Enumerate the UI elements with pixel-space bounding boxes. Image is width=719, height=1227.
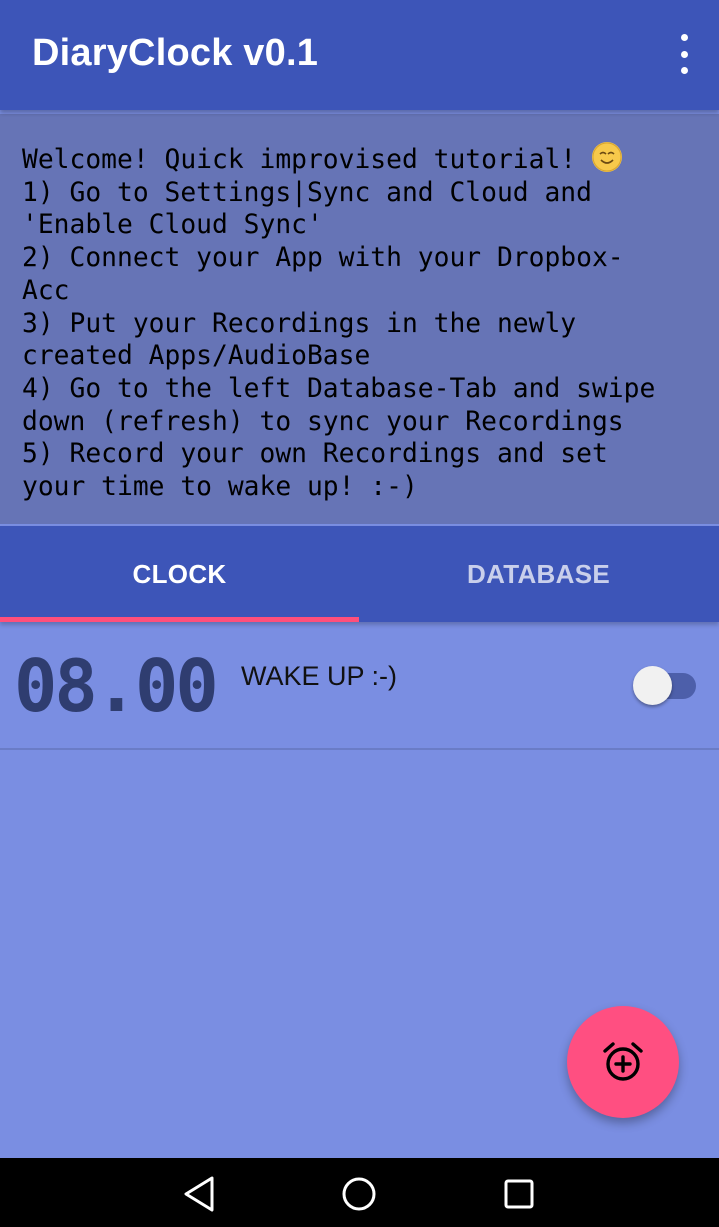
back-icon[interactable] — [180, 1174, 220, 1214]
home-icon[interactable] — [339, 1174, 379, 1214]
smiley-emoji-icon — [591, 142, 622, 172]
add-alarm-button[interactable] — [567, 1006, 679, 1118]
alarm-label: WAKE UP :-) — [241, 661, 398, 691]
tab-selected-indicator — [0, 617, 359, 622]
tutorial-steps: 1) Go to Settings|Sync and Cloud and 'En… — [22, 177, 656, 503]
tab-database[interactable]: DATABASE — [359, 526, 718, 622]
row-divider — [0, 748, 719, 750]
recents-icon[interactable] — [499, 1174, 539, 1214]
tab-bar: CLOCK DATABASE — [0, 526, 719, 622]
tutorial-intro: Welcome! Quick improvised tutorial! — [22, 145, 592, 175]
app-bar: DiaryClock v0.1 — [0, 0, 719, 110]
alarm-toggle-thumb[interactable] — [633, 666, 672, 705]
tab-clock[interactable]: CLOCK — [0, 526, 359, 622]
app-title: DiaryClock v0.1 — [32, 32, 319, 74]
alarm-time[interactable]: 08.00 — [14, 646, 219, 726]
tutorial-text: Welcome! Quick improvised tutorial! 1) G… — [22, 142, 712, 504]
add-alarm-icon — [603, 1042, 643, 1081]
more-vert-icon[interactable] — [673, 34, 695, 74]
